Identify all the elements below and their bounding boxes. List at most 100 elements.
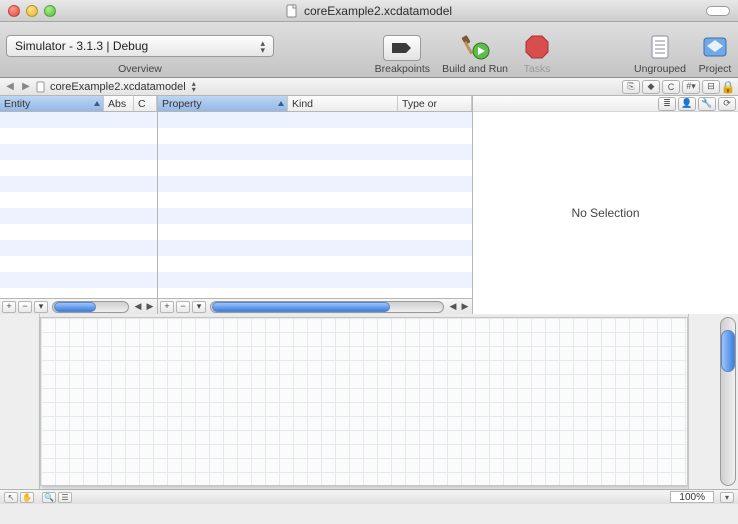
path-filename[interactable]: coreExample2.xcdatamodel (50, 81, 186, 93)
table-row (158, 192, 472, 208)
detail-view-config-button[interactable]: 🔧 (698, 97, 716, 111)
diagram-canvas[interactable] (40, 317, 688, 486)
table-row (158, 288, 472, 298)
property-col-kind[interactable]: Kind (288, 96, 398, 111)
bookmarks-button[interactable]: ⎘ (622, 80, 640, 94)
table-row (0, 192, 157, 208)
zoom-level[interactable]: 100% (670, 491, 714, 503)
ungrouped-group[interactable]: Ungrouped (634, 22, 686, 75)
scroll-right-button[interactable]: ▶ (460, 301, 470, 312)
add-property-button[interactable]: + (160, 301, 174, 313)
scroll-right-button[interactable]: ▶ (145, 301, 155, 312)
scroll-left-button[interactable]: ◀ (133, 301, 143, 312)
overview-value: Simulator - 3.1.3 | Debug (15, 39, 148, 53)
remove-property-button[interactable]: − (176, 301, 190, 313)
table-row (158, 128, 472, 144)
path-history-chevrons[interactable]: ▴▾ (192, 81, 196, 93)
add-entity-button[interactable]: + (2, 301, 16, 313)
project-group[interactable]: Project (698, 22, 732, 75)
counterpart-button[interactable]: ⊟ (702, 80, 720, 94)
entity-col-abstract[interactable]: Abs (104, 96, 134, 111)
overview-label: Overview (118, 63, 162, 75)
overview-select[interactable]: Simulator - 3.1.3 | Debug ▴▾ (6, 35, 274, 57)
entity-hscroll[interactable] (52, 301, 129, 313)
table-row (158, 144, 472, 160)
property-rows[interactable] (158, 112, 472, 298)
pathbar: ◀ ▶ coreExample2.xcdatamodel ▴▾ ⎘ ◆ C #▾… (0, 78, 738, 96)
nav-back-button[interactable]: ◀ (4, 81, 16, 93)
ungrouped-button[interactable] (643, 33, 677, 61)
table-row (0, 128, 157, 144)
entity-rows[interactable] (0, 112, 157, 298)
diagram-right-gutter (688, 314, 738, 489)
stop-icon (524, 34, 550, 60)
entity-headers: Entity Abs C (0, 96, 157, 112)
class-nav-button[interactable]: C (662, 80, 680, 94)
project-button[interactable] (698, 33, 732, 61)
property-menu-button[interactable]: ▾ (192, 301, 206, 313)
detail-view-general-button[interactable]: ≣ (658, 97, 676, 111)
table-row (0, 288, 157, 298)
sort-asc-icon (278, 101, 284, 106)
lock-icon[interactable]: 🔒 (722, 80, 734, 94)
document-icon (36, 81, 46, 93)
scroll-thumb[interactable] (212, 302, 390, 312)
property-headers: Property Kind Type or (158, 96, 472, 112)
property-col-type[interactable]: Type or (398, 96, 472, 111)
zoom-stepper-button[interactable]: ▾ (720, 492, 734, 503)
table-row (0, 160, 157, 176)
remove-entity-button[interactable]: − (18, 301, 32, 313)
build-and-run-label: Build and Run (442, 63, 508, 75)
table-row (158, 240, 472, 256)
breakpoints-button[interactable] (383, 35, 421, 61)
scroll-left-button[interactable]: ◀ (448, 301, 458, 312)
ungrouped-label: Ungrouped (634, 63, 686, 75)
diagram-left-gutter (0, 314, 40, 489)
entity-footer: + − ▾ ◀ ▶ (0, 298, 157, 314)
breakpoints-nav-button[interactable]: ◆ (642, 80, 660, 94)
minimize-window-button[interactable] (26, 5, 38, 17)
detail-view-userinfo-button[interactable]: 👤 (678, 97, 696, 111)
function-nav-button[interactable]: #▾ (682, 80, 700, 94)
table-row (0, 112, 157, 128)
scroll-thumb[interactable] (721, 330, 735, 372)
chevron-updown-icon: ▴▾ (260, 40, 265, 54)
close-window-button[interactable] (8, 5, 20, 17)
window-controls (0, 5, 56, 17)
nav-forward-button[interactable]: ▶ (20, 81, 32, 93)
breakpoints-label: Breakpoints (375, 63, 430, 75)
model-panels: Entity Abs C + − ▾ ◀ ▶ Property Kind Typ… (0, 96, 738, 314)
entity-menu-button[interactable]: ▾ (34, 301, 48, 313)
tasks-button[interactable] (520, 33, 554, 61)
build-and-run-group[interactable]: Build and Run (442, 22, 508, 75)
entity-col-class[interactable]: C (134, 96, 157, 111)
titlebar: coreExample2.xcdatamodel (0, 0, 738, 22)
toolbar-toggle-pill[interactable] (706, 6, 730, 16)
property-panel: Property Kind Type or + − ▾ ◀ ▶ (158, 96, 473, 314)
build-and-run-button[interactable] (458, 33, 492, 61)
table-row (0, 176, 157, 192)
table-row (158, 176, 472, 192)
table-row (158, 208, 472, 224)
notes-tool-button[interactable]: ☰ (58, 492, 72, 503)
hammer-play-icon (459, 33, 491, 61)
diagram-area (0, 314, 738, 489)
breakpoints-group[interactable]: Breakpoints (375, 22, 430, 75)
zoom-window-button[interactable] (44, 5, 56, 17)
window-title: coreExample2.xcdatamodel (304, 4, 452, 18)
pointer-tool-button[interactable]: ↖ (4, 492, 18, 503)
hand-tool-button[interactable]: ✋ (20, 492, 34, 503)
detail-view-sync-button[interactable]: ⟳ (718, 97, 736, 111)
tasks-label: Tasks (524, 63, 551, 75)
ungrouped-icon (646, 34, 674, 60)
property-hscroll[interactable] (210, 301, 444, 313)
zoom-tool-button[interactable]: 🔍 (42, 492, 56, 503)
property-col-property[interactable]: Property (158, 96, 288, 111)
diagram-vscroll[interactable] (720, 317, 736, 486)
scroll-thumb[interactable] (54, 302, 96, 312)
entity-col-entity[interactable]: Entity (0, 96, 104, 111)
table-row (158, 256, 472, 272)
table-row (0, 208, 157, 224)
table-row (0, 256, 157, 272)
sort-asc-icon (94, 101, 100, 106)
